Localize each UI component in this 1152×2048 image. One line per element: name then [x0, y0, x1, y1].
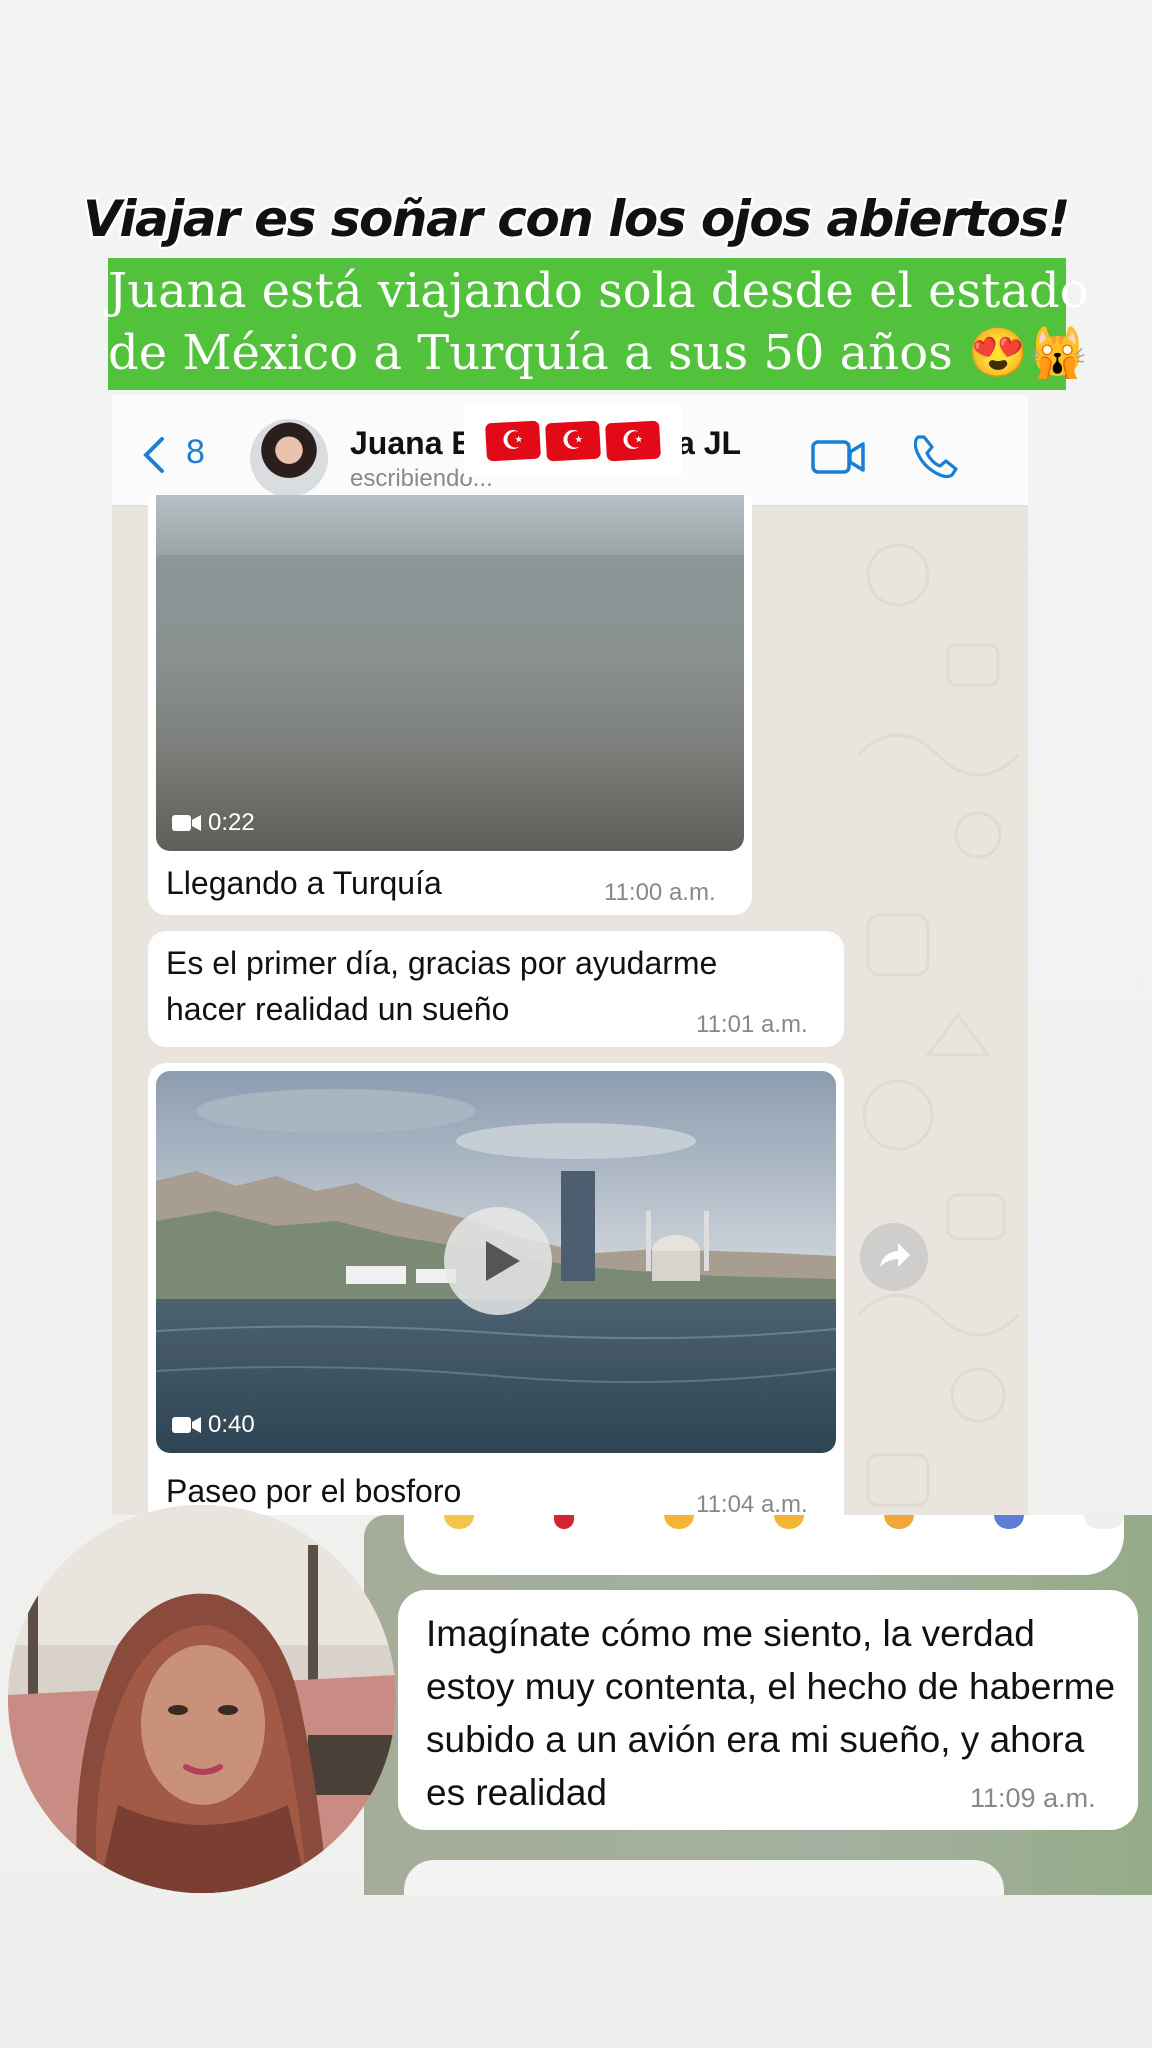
video-call-icon[interactable] [810, 437, 866, 477]
message-text-line-2: hacer realidad un sueño [166, 991, 510, 1027]
reaction-emoji[interactable] [774, 1515, 804, 1529]
contact-name-end[interactable]: a JL [677, 425, 741, 462]
message-time: 11:00 a.m. [604, 879, 716, 906]
headline: Viajar es soñar con los ojos abiertos! [83, 190, 1070, 248]
subtitle-banner: Juana está viajando sola desde el estado… [108, 258, 1089, 390]
forward-button[interactable] [860, 1223, 928, 1291]
turkey-flag-icon: ☪ [545, 420, 601, 462]
message-text-line-1: Es el primer día, gracias por ayudarme [166, 945, 718, 981]
unread-count[interactable]: 8 [186, 433, 205, 472]
contact-avatar[interactable] [250, 419, 328, 497]
reaction-emoji[interactable] [444, 1515, 474, 1529]
duration-text: 0:22 [208, 809, 255, 836]
reaction-emoji[interactable] [664, 1515, 694, 1529]
subtitle-line-1: Juana está viajando sola desde el estado [108, 263, 1089, 319]
play-button[interactable] [444, 1207, 552, 1315]
video-message-bubble[interactable]: 0:22 Llegando a Turquía 11:00 a.m. [148, 495, 752, 915]
video-message-bubble[interactable]: 0:40 Paseo por el bosforo 11:04 a.m. [148, 1063, 844, 1515]
reaction-emoji[interactable] [994, 1515, 1024, 1529]
overlay-chat-screenshot: Imagínate cómo me siento, la verdad esto… [364, 1515, 1152, 1895]
duration-text: 0:40 [208, 1411, 255, 1438]
turkey-flag-icon: ☪ [485, 420, 541, 462]
message-time: 11:01 a.m. [696, 1011, 808, 1038]
message-time: 11:04 a.m. [696, 1491, 808, 1515]
woman-portrait [8, 1505, 396, 1893]
chat-screenshot: 8 Juana E a JL escribiendo... ☪ ☪ ☪ 0:22… [112, 395, 1028, 1515]
portrait-photo [8, 1505, 396, 1893]
chat-header: 8 Juana E a JL escribiendo... ☪ ☪ ☪ [112, 395, 1028, 506]
contact-name[interactable]: Juana E [350, 425, 473, 462]
video-duration: 0:22 [172, 809, 255, 837]
next-message-bubble[interactable] [404, 1860, 1004, 1895]
phone-call-icon[interactable] [914, 433, 960, 479]
turkey-flags-sticker: ☪ ☪ ☪ [464, 405, 682, 477]
forward-arrow-icon [880, 1243, 910, 1267]
subtitle-line-2: de México a Turquía a sus 50 años 😍🙀 [108, 325, 1088, 381]
video-caption: Llegando a Turquía [166, 865, 442, 901]
back-chevron-icon[interactable] [140, 435, 168, 475]
video-camera-icon [172, 1417, 201, 1433]
wallpaper-doodles [856, 543, 1020, 1507]
video-thumbnail[interactable]: 0:40 [156, 1071, 836, 1453]
video-camera-icon [172, 815, 201, 831]
play-icon [486, 1241, 520, 1281]
reaction-emoji[interactable] [554, 1515, 574, 1529]
video-duration: 0:40 [172, 1411, 255, 1439]
video-thumbnail[interactable]: 0:22 [156, 495, 744, 851]
text-message-bubble[interactable]: Es el primer día, gracias por ayudarme h… [148, 931, 844, 1047]
reaction-bar[interactable] [404, 1515, 1124, 1575]
message-time: 11:09 a.m. [970, 1783, 1096, 1813]
reaction-emoji[interactable] [884, 1515, 914, 1529]
reaction-more[interactable] [1084, 1515, 1124, 1529]
turkey-flag-icon: ☪ [605, 420, 661, 462]
